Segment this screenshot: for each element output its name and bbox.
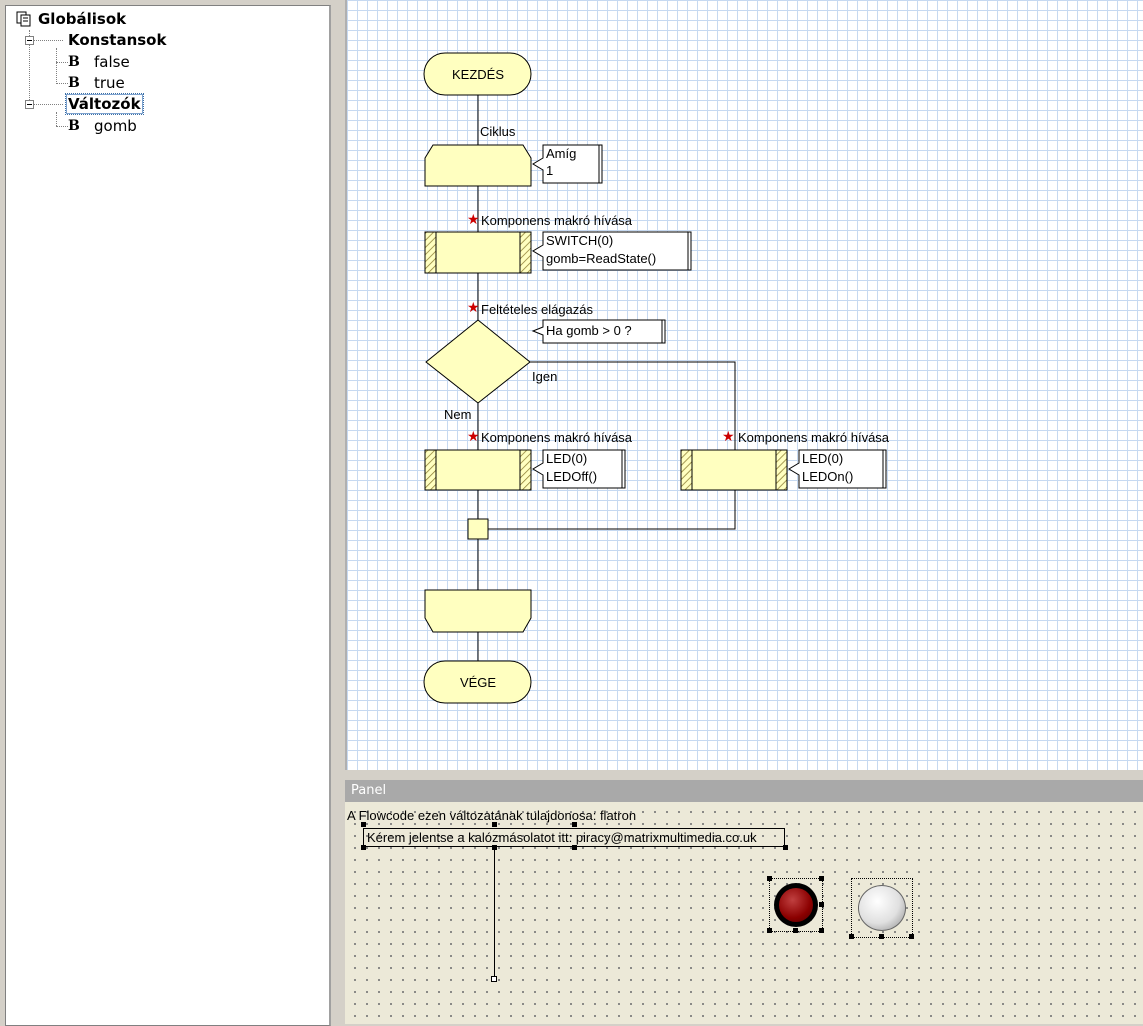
panel-title: Panel bbox=[345, 780, 1143, 802]
loop-end-block[interactable] bbox=[424, 589, 532, 633]
selection-handle bbox=[819, 876, 824, 881]
macro3-comment-line: LEDOn() bbox=[802, 469, 853, 484]
tree-connector bbox=[56, 62, 68, 63]
breakpoint-star-icon: ★ bbox=[467, 212, 480, 228]
flowchart-diagram: KEZDÉS Ciklus Amíg 1 ★ Komponens makró h… bbox=[423, 52, 890, 704]
selection-handle bbox=[879, 934, 884, 939]
wire bbox=[494, 848, 495, 978]
selection-handle bbox=[819, 928, 824, 933]
selection-handle bbox=[767, 876, 772, 881]
decision-label: Feltételes elágazás bbox=[481, 302, 594, 317]
selection-handle bbox=[572, 845, 577, 850]
tree-connector bbox=[56, 126, 68, 127]
splitter[interactable] bbox=[345, 770, 1143, 780]
panel-canvas[interactable]: A Flowcode ezen változatának tulajdonosa… bbox=[345, 802, 1143, 1024]
loop-start-block[interactable] bbox=[424, 144, 532, 187]
led-icon bbox=[779, 888, 813, 922]
selection-handle bbox=[361, 845, 366, 850]
led-component[interactable] bbox=[769, 878, 823, 932]
macro1-block[interactable] bbox=[424, 231, 532, 274]
selection-handle bbox=[849, 934, 854, 939]
breakpoint-star-icon: ★ bbox=[467, 429, 480, 445]
loop-comment-line: 1 bbox=[546, 163, 553, 178]
tree-connector bbox=[33, 40, 63, 41]
tree-connector bbox=[33, 104, 63, 105]
decision-comment-text: Ha gomb > 0 ? bbox=[546, 323, 632, 338]
macro1-comment-line: gomb=ReadState() bbox=[546, 251, 656, 266]
selection-handle bbox=[793, 928, 798, 933]
macro3-comment-line: LED(0) bbox=[802, 451, 843, 466]
macro2-comment-line: LEDOff() bbox=[546, 469, 597, 484]
globals-icon bbox=[16, 11, 31, 27]
macro3-block[interactable] bbox=[680, 449, 788, 491]
macro1-comment-line: SWITCH(0) bbox=[546, 233, 613, 248]
selection-handle bbox=[783, 845, 788, 850]
byte-type-icon: B bbox=[68, 118, 80, 134]
macro3-label: Komponens makró hívása bbox=[738, 430, 890, 445]
no-label: Nem bbox=[444, 407, 471, 422]
tree-connector bbox=[56, 83, 68, 84]
tree-connector bbox=[56, 112, 57, 126]
macro2-label: Komponens makró hívása bbox=[481, 430, 633, 445]
loop-label: Ciklus bbox=[480, 124, 516, 139]
junction-node[interactable] bbox=[467, 518, 489, 540]
flowchart-canvas[interactable]: KEZDÉS Ciklus Amíg 1 ★ Komponens makró h… bbox=[345, 0, 1143, 770]
tree-constant-label: true bbox=[94, 74, 125, 92]
selection-handle bbox=[819, 902, 824, 907]
loop-comment-line: Amíg bbox=[546, 146, 576, 161]
decision-block[interactable] bbox=[425, 319, 531, 404]
tree-variables-label: Változók bbox=[65, 93, 144, 115]
selection-handle bbox=[767, 928, 772, 933]
bool-type-icon: B bbox=[68, 75, 80, 91]
tree-variable-label: gomb bbox=[94, 117, 137, 135]
yes-label: Igen bbox=[532, 369, 557, 384]
selection-handle bbox=[361, 822, 366, 827]
tree-constants-label: Konstansok bbox=[68, 31, 167, 49]
wire-end bbox=[491, 976, 497, 982]
macro2-block[interactable] bbox=[424, 449, 532, 491]
breakpoint-star-icon: ★ bbox=[467, 300, 480, 316]
breakpoint-star-icon: ★ bbox=[722, 429, 735, 445]
macro1-label: Komponens makró hívása bbox=[481, 213, 633, 228]
globals-panel: Globálisok Konstansok B false B true Vál… bbox=[0, 0, 340, 1026]
selection-handle bbox=[492, 822, 497, 827]
end-text: VÉGE bbox=[460, 675, 496, 690]
switch-component[interactable] bbox=[851, 878, 913, 938]
globals-tree[interactable]: Globálisok Konstansok B false B true Vál… bbox=[5, 5, 331, 1026]
bool-type-icon: B bbox=[68, 54, 80, 70]
selection-handle bbox=[909, 934, 914, 939]
tree-root-label: Globálisok bbox=[38, 10, 127, 28]
tree-connector bbox=[56, 48, 57, 84]
macro2-comment-line: LED(0) bbox=[546, 451, 587, 466]
selection-handle bbox=[572, 822, 577, 827]
collapse-toggle[interactable] bbox=[25, 100, 34, 109]
collapse-toggle[interactable] bbox=[25, 36, 34, 45]
tree-constant-label: false bbox=[94, 53, 130, 71]
push-button-icon bbox=[858, 885, 906, 931]
owner-text: A Flowcode ezen változatának tulajdonosa… bbox=[347, 808, 637, 823]
start-text: KEZDÉS bbox=[452, 67, 504, 82]
